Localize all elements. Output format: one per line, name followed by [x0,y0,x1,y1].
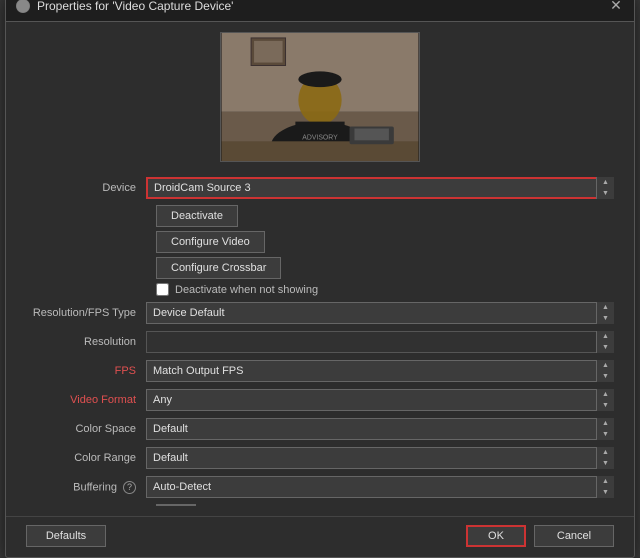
buf-down[interactable]: ▼ [597,487,614,498]
svg-text:ADVISORY: ADVISORY [302,134,338,141]
title-bar: Properties for 'Video Capture Device' ✕ [6,0,634,22]
color-space-wrapper: Default ▲ ▼ [146,418,614,440]
dialog-title: Properties for 'Video Capture Device' [37,0,233,13]
buffering-row: Buffering ? Auto-Detect ▲ ▼ [26,475,614,499]
camera-preview: ADVISORY BOARD HARD [220,32,420,162]
resolution-fps-spinner: ▲ ▼ [596,302,614,324]
res-fps-up[interactable]: ▲ [597,302,614,313]
vf-down[interactable]: ▼ [597,400,614,411]
resolution-fps-wrapper: Device Default ▲ ▼ [146,302,614,324]
close-button[interactable]: ✕ [608,0,624,14]
video-format-select[interactable]: Any [146,389,614,411]
buf-up[interactable]: ▲ [597,476,614,487]
device-select-wrapper: DroidCam Source 3 ▲ ▼ [146,177,614,199]
fps-up[interactable]: ▲ [597,360,614,371]
device-spinner-up[interactable]: ▲ [597,177,614,188]
video-format-row: Video Format Any ▲ ▼ [26,388,614,412]
fps-select[interactable]: Match Output FPS [146,360,614,382]
configure-video-row: Configure Video [156,231,614,253]
buffering-wrapper: Auto-Detect ▲ ▼ [146,476,614,498]
deactivate-row: Deactivate [156,205,614,227]
footer: Defaults OK Cancel [6,516,634,557]
cancel-button[interactable]: Cancel [534,525,614,547]
video-format-spinner: ▲ ▼ [596,389,614,411]
ok-button[interactable]: OK [466,525,526,547]
deactivate-checkbox-label: Deactivate when not showing [175,284,318,296]
resolution-fps-select[interactable]: Device Default [146,302,614,324]
cr-down[interactable]: ▼ [597,458,614,469]
video-format-label: Video Format [26,394,146,406]
cr-up[interactable]: ▲ [597,447,614,458]
vf-up[interactable]: ▲ [597,389,614,400]
buffering-info-icon: ? [123,481,136,494]
buffering-spinner: ▲ ▼ [596,476,614,498]
content-area: Device DroidCam Source 3 ▲ ▼ Deactivate … [6,170,634,516]
resolution-wrapper: ▲ ▼ [146,331,614,353]
resolution-fps-label: Resolution/FPS Type [26,307,146,319]
video-format-wrapper: Any ▲ ▼ [146,389,614,411]
device-spinner-down[interactable]: ▼ [597,188,614,199]
defaults-button[interactable]: Defaults [26,525,106,547]
fps-label: FPS [26,365,146,377]
configure-crossbar-row: Configure Crossbar [156,257,614,279]
color-space-label: Color Space [26,423,146,435]
color-range-select[interactable]: Default [146,447,614,469]
device-select[interactable]: DroidCam Source 3 [146,177,614,199]
footer-right: OK Cancel [466,525,614,547]
dialog: Properties for 'Video Capture Device' ✕ [5,0,635,558]
resolution-label: Resolution [26,336,146,348]
buffering-label: Buffering ? [26,481,146,494]
fps-spinner: ▲ ▼ [596,360,614,382]
color-range-spinner: ▲ ▼ [596,447,614,469]
color-space-select[interactable]: Default [146,418,614,440]
resolution-row: Resolution ▲ ▼ [26,330,614,354]
configure-crossbar-button[interactable]: Configure Crossbar [156,257,281,279]
buffering-select[interactable]: Auto-Detect [146,476,614,498]
resolution-select[interactable] [146,331,614,353]
app-icon [16,0,30,13]
color-range-wrapper: Default ▲ ▼ [146,447,614,469]
cs-down[interactable]: ▼ [597,429,614,440]
device-spinner: ▲ ▼ [596,177,614,199]
preview-area: ADVISORY BOARD HARD [6,22,634,170]
color-range-label: Color Range [26,452,146,464]
fps-row: FPS Match Output FPS ▲ ▼ [26,359,614,383]
title-bar-left: Properties for 'Video Capture Device' [16,0,233,13]
res-fps-down[interactable]: ▼ [597,313,614,324]
device-row: Device DroidCam Source 3 ▲ ▼ [26,176,614,200]
resolution-fps-row: Resolution/FPS Type Device Default ▲ ▼ [26,301,614,325]
deactivate-button[interactable]: Deactivate [156,205,238,227]
configure-video-button[interactable]: Configure Video [156,231,265,253]
device-label: Device [26,182,146,194]
resolution-spinner: ▲ ▼ [596,331,614,353]
deactivate-checkbox[interactable] [156,283,169,296]
res-down[interactable]: ▼ [597,342,614,353]
fps-wrapper: Match Output FPS ▲ ▼ [146,360,614,382]
deactivate-checkbox-row: Deactivate when not showing [156,283,614,296]
divider-line [156,504,196,506]
fps-down[interactable]: ▼ [597,371,614,382]
cs-up[interactable]: ▲ [597,418,614,429]
color-space-spinner: ▲ ▼ [596,418,614,440]
color-space-row: Color Space Default ▲ ▼ [26,417,614,441]
res-up[interactable]: ▲ [597,331,614,342]
color-range-row: Color Range Default ▲ ▼ [26,446,614,470]
